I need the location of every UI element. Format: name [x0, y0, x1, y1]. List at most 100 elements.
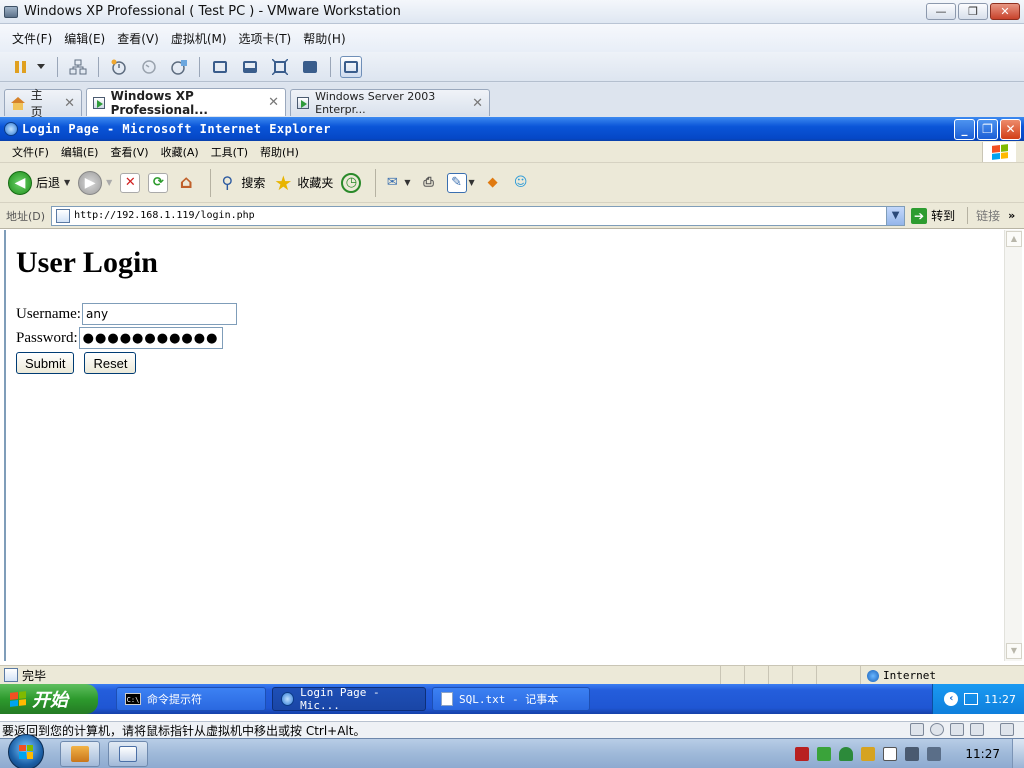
full-screen-icon[interactable]: [269, 56, 291, 78]
vertical-scrollbar[interactable]: ▲ ▼: [1004, 230, 1022, 661]
refresh-icon[interactable]: ⟳: [148, 172, 169, 193]
message-log-icon[interactable]: [1000, 723, 1014, 736]
host-clock[interactable]: 11:27: [965, 747, 1000, 761]
ie-minimize-button[interactable]: _: [954, 119, 975, 140]
menu-help[interactable]: 帮助(H): [297, 30, 351, 47]
taskbar-item-notepad[interactable]: SQL.txt - 记事本: [432, 687, 590, 711]
pause-icon[interactable]: [10, 56, 32, 78]
history-icon[interactable]: ◷: [341, 172, 362, 193]
ie-menu-help[interactable]: 帮助(H): [254, 144, 305, 160]
stop-icon[interactable]: ✕: [120, 172, 141, 193]
ie-menu-tools[interactable]: 工具(T): [205, 144, 254, 160]
back-dropdown-icon[interactable]: ▼: [64, 178, 70, 187]
power-dropdown-icon[interactable]: [36, 56, 46, 78]
start-orb-icon[interactable]: [8, 733, 44, 768]
snapshot-manager-icon[interactable]: [168, 56, 190, 78]
thumbnail-view-icon[interactable]: [340, 55, 362, 78]
mail-dropdown-icon[interactable]: ▼: [404, 178, 410, 187]
edit-dropdown-icon[interactable]: ▼: [469, 178, 475, 187]
taskbar-pin-vmware[interactable]: [60, 740, 100, 767]
links-chevron-icon[interactable]: »: [1008, 209, 1015, 222]
hint-text: 要返回到您的计算机，请将鼠标指针从虚拟机中移出或按 Ctrl+Alt。: [2, 723, 366, 738]
vmware-icon: [71, 745, 89, 762]
login-page: User Login Username: Password: Submit Re…: [16, 240, 237, 374]
ie-status-bar: 完毕 Internet: [0, 665, 1024, 685]
mail-icon[interactable]: ✉: [382, 173, 402, 193]
favorites-button[interactable]: ★ 收藏夹: [273, 171, 333, 195]
back-button[interactable]: ◀ 后退 ▼: [8, 170, 70, 195]
home-icon[interactable]: ⌂: [176, 172, 196, 193]
hard-disk-icon[interactable]: [910, 723, 924, 736]
console-view-icon[interactable]: [239, 56, 261, 78]
tab-close-icon[interactable]: ✕: [64, 96, 75, 111]
reset-button[interactable]: Reset: [84, 352, 137, 374]
ie-menu-favorites[interactable]: 收藏(A): [155, 144, 205, 160]
print-icon[interactable]: ⎙: [419, 173, 439, 193]
forward-button[interactable]: ▶ ▼: [78, 170, 112, 195]
revert-snapshot-icon[interactable]: [138, 56, 160, 78]
minimize-button[interactable]: —: [926, 3, 956, 20]
show-desktop-button[interactable]: [1012, 739, 1024, 768]
guest-screen[interactable]: Login Page - Microsoft Internet Explorer…: [0, 117, 1024, 721]
taskbar-item-ie[interactable]: Login Page - Mic...: [272, 686, 426, 712]
edit-icon[interactable]: ✎: [446, 172, 467, 193]
show-hidden-icons-icon[interactable]: ‹: [944, 692, 959, 706]
password-input[interactable]: [78, 327, 223, 349]
host-taskbar: 11:27: [0, 733, 1024, 768]
ie-menu-edit[interactable]: 编辑(E): [55, 144, 105, 160]
search-button[interactable]: ⚲ 搜索: [217, 173, 265, 193]
discuss-icon[interactable]: ◆: [483, 173, 503, 193]
taskbar-pin-word[interactable]: [108, 740, 148, 767]
cd-drive-icon[interactable]: [930, 723, 944, 736]
menu-tabs[interactable]: 选项卡(T): [233, 30, 298, 47]
show-sidebar-icon[interactable]: [209, 56, 231, 78]
scroll-up-icon[interactable]: ▲: [1006, 231, 1022, 247]
ie-menu-file[interactable]: 文件(F): [6, 144, 55, 160]
toolbar-separator: [98, 56, 99, 77]
tab-windows-server-2003[interactable]: Windows Server 2003 Enterpr... ✕: [290, 89, 490, 116]
network-connection-icon[interactable]: [964, 693, 979, 705]
status-panel: [792, 666, 816, 685]
antivirus-icon[interactable]: [861, 747, 876, 761]
go-button[interactable]: ➔ 转到: [911, 207, 955, 224]
close-button[interactable]: ✕: [990, 3, 1020, 20]
tab-close-icon[interactable]: ✕: [472, 96, 483, 111]
clipboard-icon[interactable]: [883, 747, 898, 761]
maximize-button[interactable]: ❐: [958, 3, 988, 20]
menu-file[interactable]: 文件(F): [6, 30, 58, 47]
menu-vm[interactable]: 虚拟机(M): [165, 30, 233, 47]
ie-close-button[interactable]: ✕: [1000, 119, 1021, 140]
address-dropdown-icon[interactable]: ▼: [886, 206, 905, 225]
tab-home[interactable]: 主页 ✕: [4, 88, 82, 119]
menu-view[interactable]: 查看(V): [111, 30, 165, 47]
signal-icon[interactable]: [817, 747, 832, 761]
address-input[interactable]: http://192.168.1.119/login.php ▼: [51, 205, 906, 226]
battery-icon[interactable]: [795, 747, 810, 761]
ie-menu-view[interactable]: 查看(V): [104, 144, 154, 160]
scroll-down-icon[interactable]: ▼: [1006, 643, 1022, 659]
forward-dropdown-icon[interactable]: ▼: [106, 178, 112, 187]
taskbar-item-cmd[interactable]: C:\ 命令提示符: [116, 687, 266, 711]
xp-clock[interactable]: 11:27: [984, 693, 1016, 706]
volume-icon[interactable]: [927, 747, 942, 761]
links-label[interactable]: 链接: [967, 207, 1000, 224]
start-button[interactable]: 开始: [0, 684, 98, 714]
toolbar-separator: [375, 168, 377, 197]
ie-restore-button[interactable]: ❐: [977, 119, 998, 140]
username-input[interactable]: [81, 303, 237, 325]
ie-window-controls: _ ❐ ✕: [954, 119, 1021, 140]
network-adapter-icon[interactable]: [950, 723, 964, 736]
security-shield-icon[interactable]: [839, 747, 854, 761]
snapshot-icon[interactable]: [108, 56, 130, 78]
tab-windows-xp[interactable]: Windows XP Professional... ✕: [86, 88, 286, 117]
ie-window-title: Login Page - Microsoft Internet Explorer: [22, 122, 331, 136]
submit-button[interactable]: Submit: [16, 352, 75, 374]
usb-icon[interactable]: [970, 723, 984, 736]
tab-close-icon[interactable]: ✕: [268, 95, 279, 110]
unity-icon[interactable]: [299, 56, 321, 78]
network-icon[interactable]: [67, 56, 89, 78]
messenger-icon[interactable]: ☺: [511, 173, 531, 193]
toolbar-separator: [57, 56, 58, 77]
menu-edit[interactable]: 编辑(E): [58, 30, 111, 47]
network-icon[interactable]: [905, 747, 920, 761]
